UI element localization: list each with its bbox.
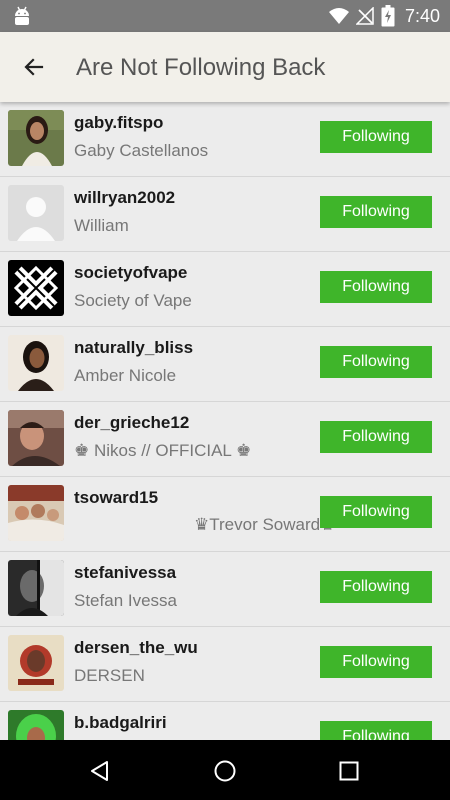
username: naturally_bliss [74, 338, 194, 357]
avatar[interactable] [8, 635, 64, 691]
list-item[interactable]: societyofvape Society of Vape Following [0, 252, 450, 327]
back-button[interactable] [14, 47, 54, 87]
list-item[interactable]: tsoward15 ♛Trevor Soward♛ Following [0, 477, 450, 552]
nav-home-button[interactable] [208, 754, 242, 788]
battery-charging-icon [381, 5, 395, 27]
avatar[interactable] [8, 410, 64, 466]
avatar[interactable] [8, 335, 64, 391]
full-name: Gaby Castellanos [74, 141, 209, 160]
full-name: ♛Trevor Soward♛ [194, 515, 336, 534]
nav-back-button[interactable] [83, 754, 117, 788]
android-icon [15, 6, 29, 25]
recents-square-icon [339, 761, 359, 781]
following-button[interactable]: Following [320, 571, 432, 603]
username: willryan2002 [74, 188, 176, 207]
status-bar: 7:40 [0, 0, 450, 32]
app-bar: Are Not Following Back [0, 32, 450, 102]
user-list[interactable]: gaby.fitspo Gaby Castellanos Following w… [0, 102, 450, 740]
avatar[interactable] [8, 485, 64, 541]
following-button[interactable]: Following [320, 721, 432, 740]
following-button[interactable]: Following [320, 421, 432, 453]
clock: 7:40 [405, 6, 441, 26]
username: tsoward15 [74, 488, 159, 507]
list-item[interactable]: stefanivessa Stefan Ivessa Following [0, 552, 450, 627]
following-button[interactable]: Following [320, 196, 432, 228]
full-name: DERSEN [74, 666, 145, 685]
list-item[interactable]: gaby.fitspo Gaby Castellanos Following [0, 102, 450, 177]
nav-recents-button[interactable] [332, 754, 366, 788]
following-button[interactable]: Following [320, 646, 432, 678]
username: stefanivessa [74, 563, 177, 582]
back-arrow-icon [24, 58, 44, 76]
username: societyofvape [74, 263, 188, 282]
full-name: Society of Vape [74, 291, 192, 310]
full-name: Stefan Ivessa [74, 591, 178, 610]
username: der_grieche12 [74, 413, 190, 432]
home-circle-icon [214, 760, 236, 782]
full-name: Amber Nicole [74, 366, 177, 385]
wifi-icon [329, 8, 349, 24]
following-button[interactable]: Following [320, 121, 432, 153]
avatar[interactable] [8, 260, 64, 316]
avatar[interactable] [8, 110, 64, 166]
username: dersen_the_wu [74, 638, 198, 657]
navigation-bar [0, 740, 450, 800]
following-button[interactable]: Following [320, 496, 432, 528]
back-triangle-icon [91, 761, 108, 781]
avatar[interactable] [8, 185, 64, 241]
no-signal-icon [356, 7, 374, 25]
username: b.badgalriri [74, 713, 167, 732]
list-item[interactable]: naturally_bliss Amber Nicole Following [0, 327, 450, 402]
list-item[interactable]: der_grieche12 ♚ Nikos // OFFICIAL ♚ Foll… [0, 402, 450, 477]
page-title: Are Not Following Back [76, 54, 326, 81]
list-item[interactable]: b.badgalriri Following [0, 702, 450, 740]
full-name: William [74, 216, 129, 235]
username: gaby.fitspo [74, 113, 164, 132]
list-item[interactable]: willryan2002 William Following [0, 177, 450, 252]
following-button[interactable]: Following [320, 346, 432, 378]
list-item[interactable]: dersen_the_wu DERSEN Following [0, 627, 450, 702]
avatar[interactable] [8, 560, 64, 616]
full-name: ♚ Nikos // OFFICIAL ♚ [74, 441, 252, 460]
avatar[interactable] [8, 710, 64, 740]
following-button[interactable]: Following [320, 271, 432, 303]
